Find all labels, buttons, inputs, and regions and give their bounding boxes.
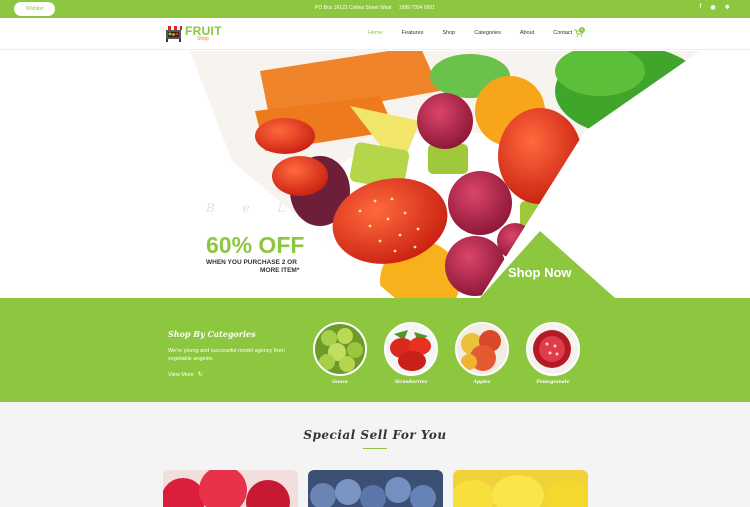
- page: Wishlist PO Box 16122 Collins Street Wes…: [0, 0, 750, 507]
- shop-stall-icon: [165, 26, 182, 42]
- nav-item-home[interactable]: Home: [368, 30, 383, 36]
- hero-banner: B e L 60% OFF WHEN YOU PURCHASE 2 OR MOR…: [0, 51, 750, 298]
- hero-fruit-image: [190, 51, 700, 298]
- facebook-icon[interactable]: f: [699, 4, 701, 11]
- refresh-icon: ↻: [197, 372, 203, 378]
- categories-description: We're young and successful model agency …: [168, 348, 285, 362]
- guava-image: [313, 322, 367, 376]
- category-item-apples[interactable]: Apples: [454, 322, 510, 385]
- special-sell-title: Special Sell For You: [303, 428, 447, 442]
- category-label-pomegranate: Pomegranate: [536, 380, 570, 385]
- view-more-label: View More: [168, 372, 194, 378]
- brand-logo[interactable]: FRUIT Shop: [164, 24, 222, 42]
- discount-headline: 60% OFF: [206, 232, 305, 258]
- nav-item-shop[interactable]: Shop: [442, 30, 455, 36]
- strawberries-image: [384, 322, 438, 376]
- main-menu: Home Features Shop Categories About Cont…: [368, 30, 591, 36]
- category-item-pomegranate[interactable]: Pomegranate: [525, 322, 581, 385]
- twitter-icon[interactable]: ❖: [725, 4, 730, 11]
- category-label-strawberries: Strawberries: [394, 380, 428, 385]
- top-bar: Wishlist PO Box 16122 Collins Street Wes…: [0, 0, 750, 18]
- product-card-lemons[interactable]: [453, 470, 588, 507]
- category-label-apples: Apples: [473, 380, 491, 385]
- nav-item-about[interactable]: About: [520, 30, 534, 36]
- product-card-raspberries[interactable]: [163, 470, 298, 507]
- hero-script-text: B e L: [206, 201, 298, 215]
- pomegranate-image: [526, 322, 580, 376]
- brand-name: FRUIT: [185, 23, 222, 38]
- hero-offer: 60% OFF WHEN YOU PURCHASE 2 OR MORE ITEM…: [206, 233, 316, 275]
- contact-info: PO Box 16122 Collins Street West 1989 79…: [0, 5, 750, 11]
- categories-heading: Shop By Categories: [168, 329, 256, 339]
- raspberries-image: [163, 470, 298, 507]
- view-more-link[interactable]: View More ↻: [168, 371, 203, 378]
- product-card-blueberries[interactable]: [308, 470, 443, 507]
- cart-count-badge: 0: [579, 27, 585, 33]
- shop-now-button[interactable]: Shop Now: [508, 265, 572, 280]
- phone-text: 1989 7994 0901: [398, 5, 435, 11]
- address-text: PO Box 16122 Collins Street West: [315, 5, 392, 11]
- nav-item-features[interactable]: Features: [402, 30, 424, 36]
- nav-item-categories[interactable]: Categories: [474, 30, 501, 36]
- nav-item-contact[interactable]: Contact: [553, 30, 572, 36]
- offer-line-2: MORE ITEM*: [260, 267, 300, 274]
- special-sell-section: Special Sell For You: [0, 402, 750, 507]
- lemons-image: [453, 470, 588, 507]
- category-item-strawberries[interactable]: Strawberries: [383, 322, 439, 385]
- social-links: f ◉ ❖: [699, 4, 730, 11]
- category-label-guava: Guava: [332, 380, 348, 385]
- categories-section: Shop By Categories We're young and succe…: [0, 298, 750, 402]
- title-underline: [363, 448, 387, 449]
- offer-line-1: WHEN YOU PURCHASE 2 OR: [206, 259, 297, 266]
- blueberries-image: [308, 470, 443, 507]
- main-navbar: FRUIT Shop Home Features Shop Categories…: [0, 18, 750, 50]
- apples-image: [455, 322, 509, 376]
- category-item-guava[interactable]: Guava: [312, 322, 368, 385]
- instagram-icon[interactable]: ◉: [710, 4, 715, 11]
